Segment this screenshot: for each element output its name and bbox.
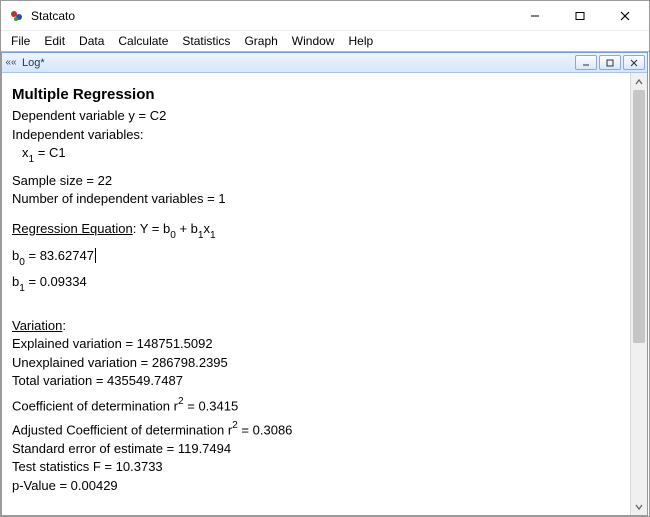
- num-indep-line: Number of independent variables = 1: [12, 190, 620, 208]
- menu-help[interactable]: Help: [342, 32, 379, 50]
- menubar: File Edit Data Calculate Statistics Grap…: [1, 31, 649, 51]
- adj-r-squared-line: Adjusted Coefficient of determination r2…: [12, 420, 620, 439]
- explained-variation-line: Explained variation = 148751.5092: [12, 335, 620, 353]
- log-maximize-button[interactable]: [599, 55, 621, 70]
- independent-vars-header: Independent variables:: [12, 126, 620, 144]
- f-statistic-line: Test statistics F = 10.3733: [12, 458, 620, 476]
- f-statistic-value: 10.3733: [116, 459, 163, 474]
- independent-var-1: x1 = C1: [12, 144, 620, 165]
- dep-value: C2: [150, 108, 167, 123]
- p-value-line: p-Value = 0.00429: [12, 477, 620, 495]
- scroll-up-button[interactable]: [631, 73, 647, 90]
- scroll-down-button[interactable]: [631, 498, 647, 515]
- log-window-titlebar[interactable]: «« Log*: [2, 53, 647, 73]
- regression-equation-line: Regression Equation: Y = b0 + b1x1: [12, 220, 620, 241]
- text-caret: [95, 248, 96, 263]
- variation-header: Variation:: [12, 317, 620, 335]
- unexplained-variation-value: 286798.2395: [152, 355, 228, 370]
- scroll-track[interactable]: [631, 90, 647, 498]
- log-close-button[interactable]: [623, 55, 645, 70]
- total-variation-line: Total variation = 435549.7487: [12, 372, 620, 390]
- total-variation-value: 435549.7487: [107, 373, 183, 388]
- sample-size-line: Sample size = 22: [12, 172, 620, 190]
- menu-calculate[interactable]: Calculate: [112, 32, 174, 50]
- explained-variation-value: 148751.5092: [137, 336, 213, 351]
- output-heading: Multiple Regression: [12, 85, 620, 105]
- unexplained-variation-line: Unexplained variation = 286798.2395: [12, 354, 620, 372]
- dependent-variable-line: Dependent variable y = C2: [12, 107, 620, 125]
- r-squared-line: Coefficient of determination r2 = 0.3415: [12, 396, 620, 415]
- minimize-button[interactable]: [512, 1, 557, 30]
- menu-edit[interactable]: Edit: [38, 32, 71, 50]
- menu-graph[interactable]: Graph: [238, 32, 283, 50]
- scroll-thumb[interactable]: [633, 90, 645, 343]
- b1-line: b1 = 0.09334: [12, 273, 620, 294]
- r-squared-value: 0.3415: [198, 398, 238, 413]
- maximize-button[interactable]: [557, 1, 602, 30]
- menu-window[interactable]: Window: [286, 32, 341, 50]
- menu-data[interactable]: Data: [73, 32, 110, 50]
- app-icon: [9, 8, 25, 24]
- log-window-title: Log*: [22, 57, 45, 69]
- dep-label: Dependent variable y =: [12, 108, 150, 123]
- num-indep-value: 1: [218, 191, 225, 206]
- log-body: Multiple Regression Dependent variable y…: [2, 73, 647, 515]
- close-button[interactable]: [602, 1, 647, 30]
- sample-size-value: 22: [98, 173, 112, 188]
- std-error-line: Standard error of estimate = 119.7494: [12, 440, 620, 458]
- log-content[interactable]: Multiple Regression Dependent variable y…: [2, 73, 630, 515]
- p-value-value: 0.00429: [71, 478, 118, 493]
- b1-value: 0.09334: [40, 274, 87, 289]
- menu-file[interactable]: File: [5, 32, 36, 50]
- vertical-scrollbar[interactable]: [630, 73, 647, 515]
- window-titlebar: Statcato: [1, 1, 649, 31]
- b0-value: 83.62747: [40, 248, 94, 263]
- adj-r-squared-value: 0.3086: [253, 422, 293, 437]
- std-error-value: 119.7494: [178, 441, 231, 456]
- log-minimize-button[interactable]: [575, 55, 597, 70]
- log-window-icon: ««: [4, 57, 18, 68]
- menu-statistics[interactable]: Statistics: [176, 32, 236, 50]
- log-window: «« Log* Multiple Regression Dependent va…: [1, 52, 648, 516]
- window-title: Statcato: [31, 9, 75, 23]
- b0-line: b0 = 83.62747: [12, 247, 620, 268]
- mdi-area: «« Log* Multiple Regression Dependent va…: [1, 51, 649, 516]
